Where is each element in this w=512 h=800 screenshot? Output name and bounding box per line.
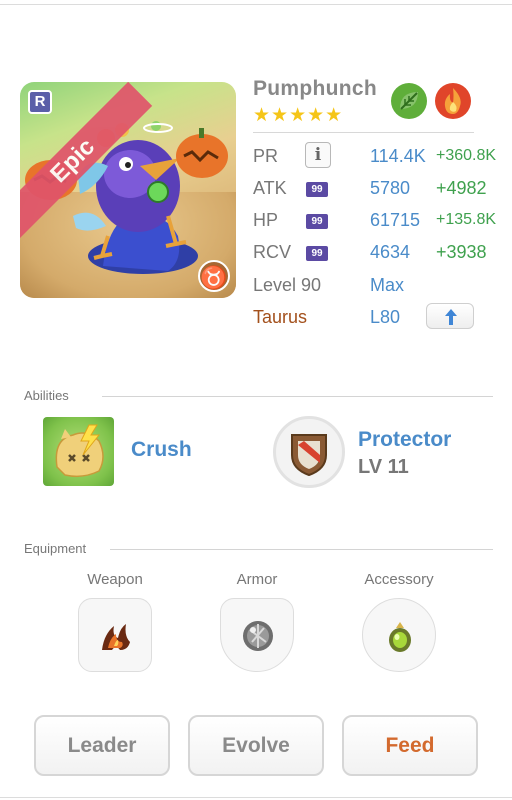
equip-label-armor: Armor: [236, 571, 278, 588]
equip-label-accessory: Accessory: [364, 571, 434, 588]
stat-badge-hp: 99: [306, 214, 328, 229]
stat-value-atk: 5780: [370, 178, 411, 198]
weapon-slot[interactable]: [78, 598, 152, 672]
creature-portrait[interactable]: Epic R ♉: [20, 82, 236, 298]
stat-row-sign: Taurus L80: [253, 303, 503, 331]
accessory-slot[interactable]: [362, 598, 436, 672]
stat-value-pr: 114.4K: [370, 146, 426, 166]
creature-name: Pumphunch: [253, 77, 378, 100]
fire-element-icon: [435, 83, 471, 119]
leader-button[interactable]: Leader: [34, 715, 170, 776]
protector-shield-icon[interactable]: [273, 416, 345, 488]
green-gem-icon: [389, 622, 411, 652]
arrow-up-icon: [445, 309, 457, 325]
top-divider: [0, 4, 512, 5]
crush-icon[interactable]: [43, 417, 114, 486]
name-divider: [253, 132, 474, 133]
leaf-element-icon: [391, 83, 427, 119]
pumpkin-right: [176, 128, 228, 178]
ability-level-protector: LV 11: [358, 456, 409, 478]
stat-label-pr: PR: [253, 146, 279, 166]
info-button[interactable]: i: [305, 142, 331, 168]
stat-badge-rcv: 99: [306, 246, 328, 261]
stat-label-rcv: RCV: [253, 242, 292, 262]
stat-badge-atk: 99: [306, 182, 328, 197]
protector-shield-art: [291, 434, 327, 477]
fire-claw-icon: [102, 624, 130, 650]
stat-bonus-atk: +4982: [436, 178, 487, 198]
abilities-divider: [102, 396, 493, 397]
stat-bonus-rcv: +3938: [436, 242, 487, 262]
bottom-divider: [0, 797, 512, 798]
stat-bonus-hp: +135.8K: [436, 211, 497, 228]
equip-label-weapon: Weapon: [87, 571, 143, 588]
stat-row-pr: PR i 114.4K +360.8K: [253, 142, 503, 170]
upgrade-sign-button[interactable]: [426, 303, 474, 329]
stat-row-hp: HP 99 61715 +135.8K: [253, 206, 503, 234]
rank-badge: R: [28, 90, 52, 114]
armor-slot[interactable]: [220, 598, 294, 672]
stat-label-atk: ATK: [253, 178, 287, 198]
abilities-section-title: Abilities: [24, 388, 69, 403]
stat-label-hp: HP: [253, 210, 279, 230]
stat-value-hp: 61715: [370, 210, 421, 230]
stat-bonus-pr: +360.8K: [436, 147, 497, 164]
evolve-button[interactable]: Evolve: [188, 715, 324, 776]
level-label: Level 90: [253, 275, 322, 295]
ability-name-crush[interactable]: Crush: [131, 438, 192, 462]
taurus-zodiac-icon: ♉: [198, 260, 230, 292]
equipment-divider: [110, 549, 493, 550]
zodiac-sign-label: Taurus: [253, 307, 308, 327]
zodiac-sign-level: L80: [370, 307, 401, 327]
stat-row-rcv: RCV 99 4634 +3938: [253, 238, 503, 266]
silver-orb-icon: [243, 621, 273, 651]
equipment-section-title: Equipment: [24, 541, 87, 556]
star-rating: ★★★★★: [253, 105, 344, 126]
stat-row-level: Level 90 Max: [253, 271, 503, 299]
stat-row-atk: ATK 99 5780 +4982: [253, 174, 503, 202]
stat-value-rcv: 4634: [370, 242, 411, 262]
level-value: Max: [370, 275, 405, 295]
feed-button[interactable]: Feed: [342, 715, 478, 776]
ability-name-protector[interactable]: Protector: [358, 428, 451, 452]
crush-icon-art: [55, 424, 104, 478]
